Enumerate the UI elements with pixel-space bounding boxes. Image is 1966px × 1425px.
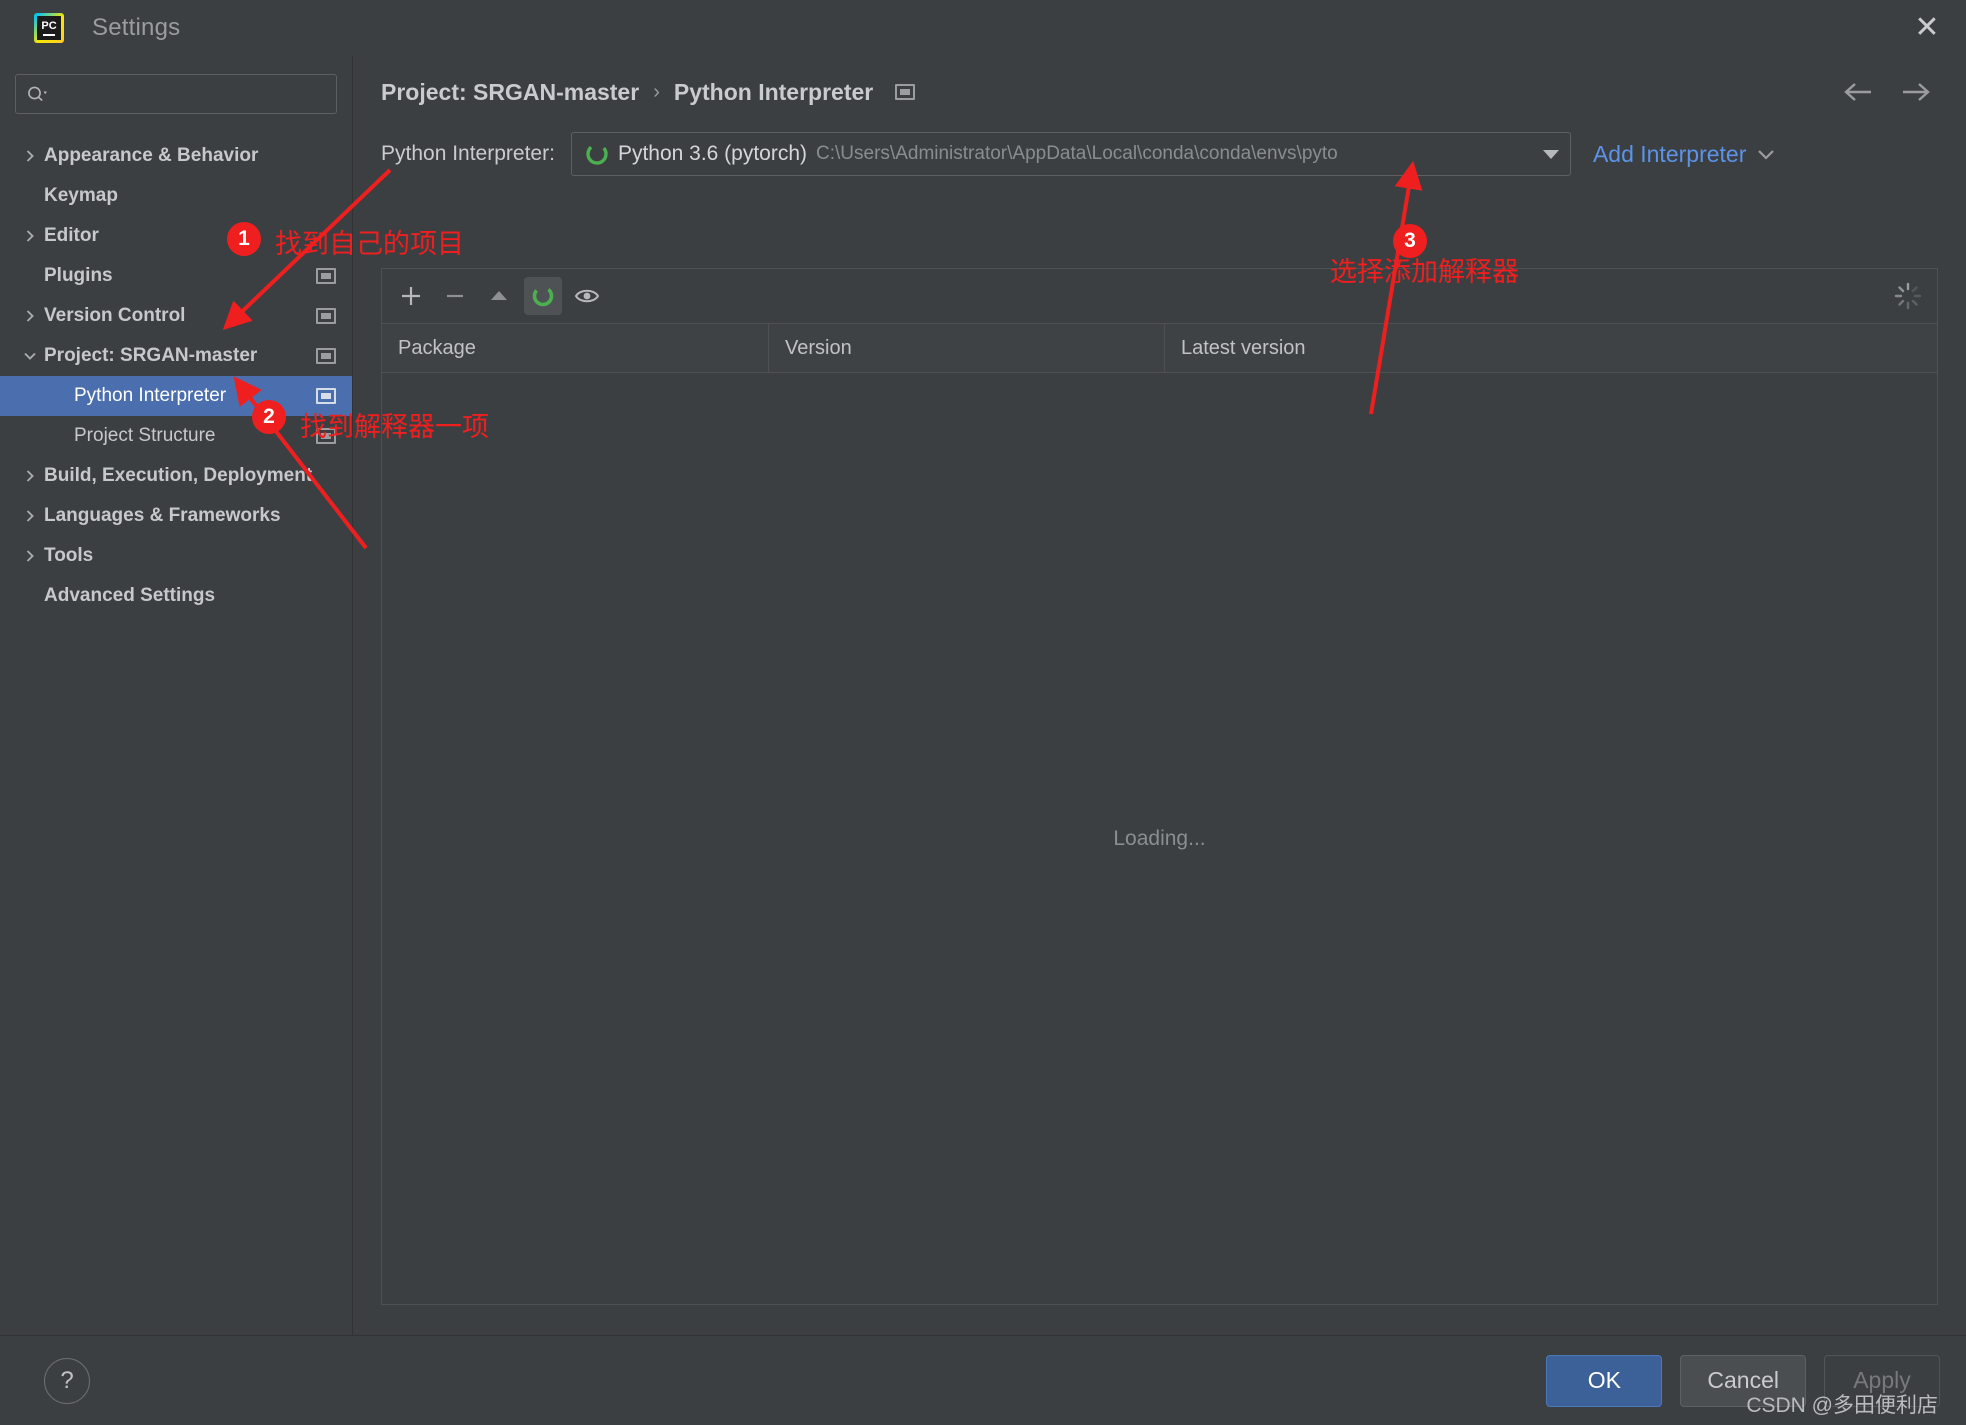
navigation-arrows [1842, 81, 1938, 103]
python-env-icon [584, 141, 610, 167]
sidebar-item-label: Appearance & Behavior [44, 145, 258, 167]
loading-indicator-icon [1893, 281, 1923, 311]
arrow-left-icon[interactable] [1842, 81, 1876, 103]
breadcrumb-item-python-interpreter[interactable]: Python Interpreter [674, 79, 873, 106]
chevron-right-icon [22, 308, 44, 324]
sidebar-item-plugins[interactable]: Plugins [0, 256, 352, 296]
search-container [0, 74, 352, 130]
interpreter-name: Python 3.6 (pytorch) [618, 142, 807, 166]
sidebar-item-label: Plugins [44, 265, 113, 287]
close-icon[interactable]: ✕ [1910, 11, 1944, 45]
packages-toolbar [382, 269, 1937, 323]
sidebar-item-languages-frameworks[interactable]: Languages & Frameworks [0, 496, 352, 536]
modified-badge-icon [895, 84, 915, 100]
settings-dialog: PC Settings ✕ [0, 0, 1966, 1425]
search-input[interactable] [48, 85, 326, 103]
settings-tree: Appearance & Behavior Keymap Editor Plugins… [0, 130, 352, 616]
window-title: Settings [92, 14, 180, 42]
modified-badge-icon [316, 428, 336, 444]
plus-icon[interactable] [392, 277, 430, 315]
loading-text: Loading... [1113, 827, 1205, 851]
chevron-right-icon [22, 508, 44, 524]
sidebar-item-label: Advanced Settings [44, 585, 215, 607]
sidebar-item-label: Languages & Frameworks [44, 505, 281, 527]
sidebar-item-label: Editor [44, 225, 99, 247]
column-header-version[interactable]: Version [768, 324, 1164, 372]
interpreter-row: Python Interpreter: Python 3.6 (pytorch)… [381, 118, 1938, 190]
sidebar-item-editor[interactable]: Editor [0, 216, 352, 256]
watermark: CSDN @多田便利店 [1746, 1389, 1938, 1419]
sidebar-item-label: Tools [44, 545, 93, 567]
arrow-right-icon[interactable] [1898, 81, 1932, 103]
sidebar-item-label: Project Structure [74, 425, 216, 447]
logo-text: PC [41, 21, 56, 32]
main-content: Project: SRGAN-master › Python Interpret… [353, 56, 1966, 1335]
modified-badge-icon [316, 348, 336, 364]
sidebar-item-label: Python Interpreter [74, 385, 226, 407]
packages-table-body: Loading... [382, 373, 1937, 1304]
eye-icon[interactable] [568, 277, 606, 315]
title-bar: PC Settings ✕ [0, 0, 1966, 56]
sidebar-item-version-control[interactable]: Version Control [0, 296, 352, 336]
sidebar-item-label: Version Control [44, 305, 185, 327]
column-header-latest-version[interactable]: Latest version [1164, 324, 1937, 372]
sidebar-item-project-structure[interactable]: Project Structure [0, 416, 352, 456]
sidebar-item-label: Keymap [44, 185, 118, 207]
chevron-down-icon[interactable] [1538, 147, 1564, 161]
column-header-package[interactable]: Package [382, 324, 768, 372]
sidebar-item-label: Project: SRGAN-master [44, 345, 257, 367]
add-interpreter-button[interactable]: Add Interpreter [1593, 141, 1776, 168]
breadcrumb: Project: SRGAN-master › Python Interpret… [381, 56, 1938, 118]
triangle-up-icon[interactable] [480, 277, 518, 315]
loading-spinner-icon[interactable] [524, 277, 562, 315]
sidebar-item-keymap[interactable]: Keymap [0, 176, 352, 216]
packages-panel: Package Version Latest version Loading..… [381, 268, 1938, 1305]
packages-table-header: Package Version Latest version [382, 323, 1937, 373]
chevron-right-icon [22, 548, 44, 564]
search-icon [26, 85, 48, 103]
interpreter-path: C:\Users\Administrator\AppData\Local\con… [816, 143, 1532, 165]
breadcrumb-item-project[interactable]: Project: SRGAN-master [381, 79, 639, 106]
add-interpreter-label: Add Interpreter [1593, 141, 1746, 168]
sidebar-item-appearance-behavior[interactable]: Appearance & Behavior [0, 136, 352, 176]
sidebar-item-python-interpreter[interactable]: Python Interpreter [0, 376, 352, 416]
modified-badge-icon [316, 308, 336, 324]
sidebar-item-tools[interactable]: Tools [0, 536, 352, 576]
modified-badge-icon [316, 268, 336, 284]
settings-sidebar: Appearance & Behavior Keymap Editor Plugins… [0, 56, 353, 1335]
modified-badge-icon [316, 388, 336, 404]
help-button[interactable]: ? [44, 1358, 90, 1404]
pycharm-logo-icon: PC [34, 13, 64, 43]
search-box[interactable] [15, 74, 337, 114]
interpreter-label: Python Interpreter: [381, 142, 555, 166]
sidebar-item-label: Build, Execution, Deployment [44, 465, 312, 487]
chevron-right-icon [22, 148, 44, 164]
interpreter-select[interactable]: Python 3.6 (pytorch) C:\Users\Administra… [571, 132, 1571, 176]
ok-button[interactable]: OK [1546, 1355, 1662, 1407]
dialog-footer: ? OK Cancel Apply CSDN @多田便利店 [0, 1335, 1966, 1425]
sidebar-item-project-srgan-master[interactable]: Project: SRGAN-master [0, 336, 352, 376]
minus-icon[interactable] [436, 277, 474, 315]
sidebar-item-build-execution-deployment[interactable]: Build, Execution, Deployment [0, 456, 352, 496]
chevron-down-icon [1756, 147, 1776, 161]
chevron-down-icon [22, 348, 44, 364]
chevron-right-icon [22, 228, 44, 244]
breadcrumb-separator: › [653, 81, 660, 104]
chevron-right-icon [22, 468, 44, 484]
sidebar-item-advanced-settings[interactable]: Advanced Settings [0, 576, 352, 616]
